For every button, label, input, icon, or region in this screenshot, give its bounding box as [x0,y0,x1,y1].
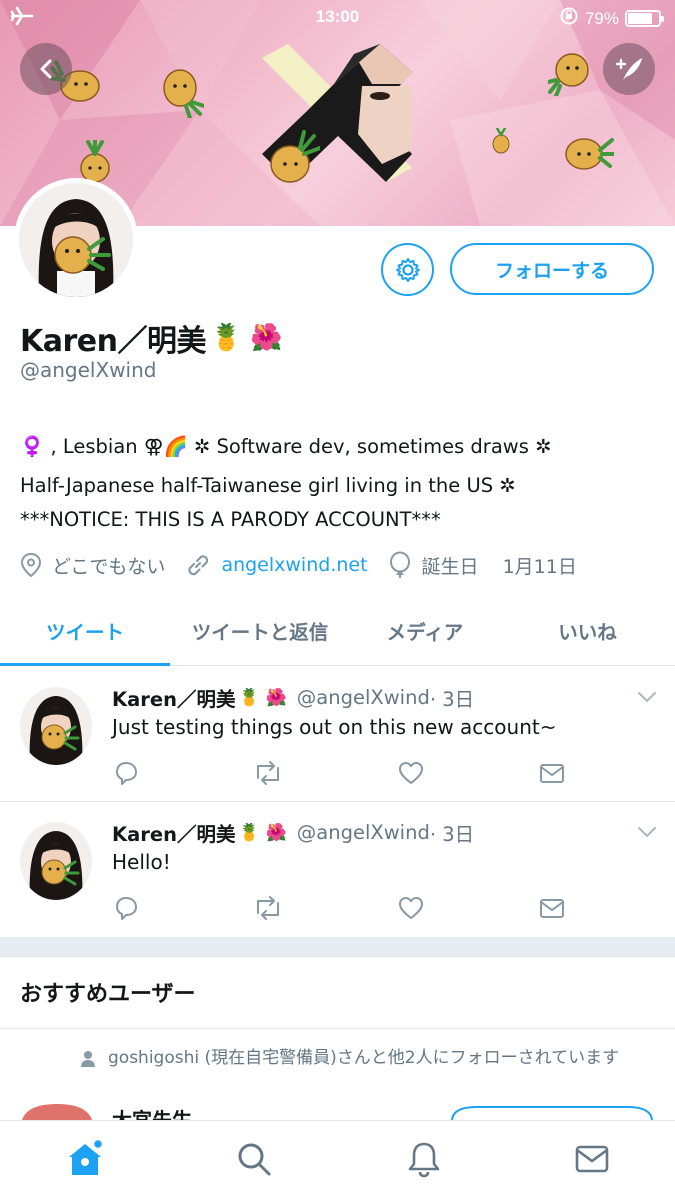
status-bar: 13:00 79% [0,0,675,34]
home-icon [69,1139,104,1175]
link-icon [188,555,209,576]
nav-search[interactable] [234,1139,274,1179]
pineapple-sticker [492,128,510,154]
profile-bio: ♀️ , Lesbian ⚢🌈 ✲ Software dev, sometime… [20,428,660,537]
website-item[interactable]: angelxwind.net [185,552,368,578]
website-link[interactable]: angelxwind.net [221,554,367,576]
profile-tabs: ツイート ツイートと返信 メディア いいね [0,596,675,666]
social-context-text: goshigoshi (現在自宅警備員)さんと他2人にフォローされています [108,1048,620,1068]
pineapple-sticker [270,130,320,183]
tweet-text: Hello! [112,850,171,874]
tweet-timestamp: · 3日 [429,823,475,846]
profile-meta: どこでもない angelxwind.net 誕生日 1月11日 [20,549,597,581]
pineapple-sticker [163,69,204,118]
compose-tweet-icon [615,58,642,80]
tweet-author-handle[interactable]: @angelXwind [297,686,430,709]
tweet-header: Karen／明美 🍍 🌺 @angelXwind · 3日 [112,683,474,712]
retweet-icon[interactable] [252,894,284,922]
section-separator [0,937,675,957]
status-time: 13:00 [315,7,360,26]
tab-media[interactable]: メディア [350,596,500,665]
tweet-author-emoji: 🍍 🌺 [238,822,287,843]
message-icon[interactable] [538,759,566,787]
tweet[interactable]: Karen／明美 🍍 🌺 @angelXwind · 3日 Just testi… [0,667,675,802]
reply-icon[interactable] [112,759,140,787]
recommended-social-context: goshigoshi (現在自宅警備員)さんと他2人にフォローされています [80,1047,660,1071]
tweet-text: Just testing things out on this new acco… [112,715,557,739]
nav-home[interactable] [65,1139,105,1179]
like-icon[interactable] [397,894,425,922]
pineapple-sticker [548,53,589,96]
tweet-avatar[interactable] [20,687,92,765]
battery-icon [625,10,664,27]
tab-tweets[interactable]: ツイート [0,596,170,666]
bio-line: ***NOTICE: THIS IS A PARODY ACCOUNT*** [20,508,441,531]
tweet-actions [112,894,572,924]
tab-tweets-and-replies[interactable]: ツイートと返信 [170,596,350,665]
follow-button[interactable]: フォローする [450,243,654,295]
settings-button[interactable] [381,243,434,296]
tweet-author-handle[interactable]: @angelXwind [297,821,430,844]
rotation-lock-icon [559,6,579,31]
name-emoji: 🍍 🌺 [210,323,283,353]
tweet-actions [112,759,572,789]
bottom-tab-bar [0,1120,675,1200]
chevron-down-icon[interactable] [637,691,657,703]
tweet-avatar[interactable] [20,822,92,900]
airplane-icon [10,6,34,31]
recommended-users-title: おすすめユーザー [20,982,196,1007]
compose-tweet-button[interactable] [603,43,655,95]
profile-name: Karen／明美 [20,324,207,359]
search-icon [238,1143,271,1176]
tweet-author-name[interactable]: Karen／明美 🍍 🌺 [112,818,287,847]
tweet-timestamp: · 3日 [429,688,475,711]
retweet-icon[interactable] [252,759,284,787]
recommended-user-name[interactable]: 大宮先生 [112,1104,192,1120]
tweet[interactable]: Karen／明美 🍍 🌺 @angelXwind · 3日 Hello! [0,802,675,937]
location-text: どこでもない [52,555,166,578]
notifications-icon [408,1142,440,1178]
chevron-down-icon[interactable] [637,826,657,838]
gear-icon [395,257,420,282]
location-pin-icon [20,552,42,578]
reply-icon[interactable] [112,894,140,922]
battery-percent: 79% [584,8,619,28]
tab-likes[interactable]: いいね [500,596,675,665]
birthday-label: 誕生日 [421,555,479,578]
back-button[interactable] [20,43,72,95]
pineapple-sticker [565,138,614,170]
avatar-image [19,183,133,297]
nav-notifications[interactable] [404,1139,444,1179]
profile-avatar[interactable] [14,178,138,302]
tweet-header: Karen／明美 🍍 🌺 @angelXwind · 3日 [112,818,474,847]
birthday-item: 誕生日 1月11日 [388,551,577,579]
back-icon [40,59,52,79]
message-icon[interactable] [538,894,566,922]
location-item: どこでもない [20,552,165,579]
bio-line: Half-Japanese half-Taiwanese girl living… [20,474,516,497]
nav-messages[interactable] [572,1139,612,1179]
person-icon [81,1051,95,1067]
profile-handle: @angelXwind [20,358,157,382]
profile-name-row: Karen／明美 🍍 🌺 [20,316,283,360]
tweet-author-name-text: Karen／明美 [112,688,236,711]
recommended-follow-button[interactable] [450,1105,654,1121]
messages-icon [575,1145,609,1173]
recommended-user-avatar[interactable] [22,1104,92,1120]
tweet-author-name-text: Karen／明美 [112,823,236,846]
like-icon[interactable] [397,759,425,787]
tweet-author-name[interactable]: Karen／明美 🍍 🌺 [112,683,287,712]
bio-line: ♀️ , Lesbian ⚢🌈 ✲ Software dev, sometime… [20,435,552,458]
birthday-date: 1月11日 [502,555,577,578]
divider [0,1028,675,1029]
tweet-author-emoji: 🍍 🌺 [238,687,287,708]
balloon-icon [389,551,410,578]
